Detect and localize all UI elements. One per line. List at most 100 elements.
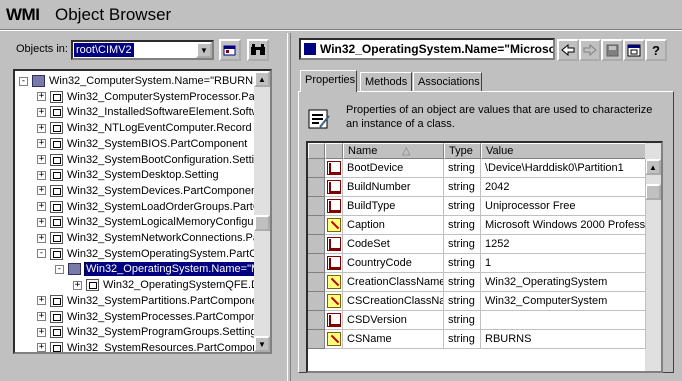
property-icon-cell xyxy=(325,235,343,254)
property-value-cell[interactable]: Win32_OperatingSystem xyxy=(481,273,646,292)
row-selector[interactable] xyxy=(308,178,325,197)
tree-item[interactable]: + Win32_SystemBIOS.PartComponent xyxy=(37,136,248,152)
views-button[interactable] xyxy=(623,39,645,61)
tab-associations[interactable]: Associations xyxy=(413,72,482,91)
back-button[interactable] xyxy=(557,39,579,61)
row-selector[interactable] xyxy=(308,216,325,235)
tree-item[interactable]: - Win32_ComputerSystem.Name="RBURNS" xyxy=(19,73,265,89)
expand-icon[interactable]: + xyxy=(37,92,46,102)
column-header-name[interactable]: Name △ xyxy=(343,143,444,159)
property-value-cell[interactable]: 1252 xyxy=(481,235,646,254)
property-value-cell[interactable]: Microsoft Windows 2000 Professional xyxy=(481,216,646,235)
row-selector[interactable] xyxy=(308,273,325,292)
tree-item[interactable]: - Win32_OperatingSystem.Name="Microsoft xyxy=(55,261,270,277)
expand-icon[interactable]: + xyxy=(37,155,46,164)
association-icon xyxy=(50,106,63,119)
tree-item[interactable]: + Win32_ComputerSystemProcessor.PartCompo… xyxy=(37,89,270,105)
tree-item[interactable]: + Win32_SystemLoadOrderGroups.PartCompone… xyxy=(37,199,270,215)
tree-item-label: Win32_SystemNetworkConnections.PartCompo… xyxy=(67,232,270,244)
tree-item[interactable]: + Win32_SystemNetworkConnections.PartComp… xyxy=(37,230,270,246)
collapse-icon[interactable]: - xyxy=(55,264,64,274)
tab-properties[interactable]: Properties xyxy=(300,70,357,92)
expand-icon[interactable]: + xyxy=(37,202,46,212)
help-button[interactable]: ? xyxy=(645,39,667,61)
row-selector[interactable] xyxy=(308,235,325,254)
property-value-cell[interactable] xyxy=(481,311,646,330)
tree-item-label: Win32_OperatingSystem.Name="Microsoft xyxy=(84,262,270,277)
property-value-cell[interactable]: 2042 xyxy=(481,178,646,197)
tree-item[interactable]: + Win32_SystemDevices.PartComponent xyxy=(37,183,261,199)
expand-icon[interactable]: + xyxy=(37,170,46,180)
tree-item[interactable]: + Win32_InstalledSoftwareElement.Software xyxy=(37,104,270,120)
row-selector[interactable] xyxy=(308,311,325,330)
tree-item[interactable]: - Win32_SystemOperatingSystem.PartCompone… xyxy=(37,246,270,262)
object-tree[interactable]: + Win32_SystemResources.PartComponent + Win… xyxy=(13,69,272,354)
expand-icon[interactable]: + xyxy=(37,217,46,227)
writable-property-icon xyxy=(327,275,341,289)
expand-icon[interactable]: + xyxy=(37,312,46,321)
grid-scroll-thumb[interactable] xyxy=(645,184,661,200)
tree-item[interactable]: + Win32_SystemPartitions.PartComponent xyxy=(37,293,268,309)
expand-icon[interactable]: + xyxy=(37,327,46,337)
grid-corner-header xyxy=(308,143,325,159)
row-selector[interactable] xyxy=(308,254,325,273)
row-selector[interactable] xyxy=(308,159,325,178)
combo-dropdown-button[interactable]: ▼ xyxy=(196,42,212,58)
column-header-type[interactable]: Type xyxy=(444,143,481,159)
app-logo: WMI xyxy=(6,5,40,24)
expand-icon[interactable]: + xyxy=(37,233,46,243)
scroll-up-button[interactable]: ▲ xyxy=(254,71,270,87)
tree-item[interactable]: + Win32_SystemBootConfiguration.Setting xyxy=(37,152,267,168)
tree-item[interactable]: + Win32_SystemDesktop.Setting xyxy=(37,167,220,183)
forward-button[interactable] xyxy=(579,39,601,61)
expand-icon[interactable]: + xyxy=(37,343,46,352)
tree-item[interactable]: + Win32_SystemResources.PartComponent xyxy=(37,340,270,352)
property-value-cell[interactable]: 1 xyxy=(481,254,646,273)
class-instance-icon xyxy=(304,43,316,55)
scroll-down-button[interactable]: ▼ xyxy=(254,336,270,352)
tree-item[interactable]: + Win32_OperatingSystemQFE.Dependent xyxy=(73,277,270,293)
property-icon-cell xyxy=(325,178,343,197)
row-selector[interactable] xyxy=(308,292,325,311)
tree-scroll-thumb[interactable] xyxy=(254,215,270,232)
collapse-icon[interactable]: - xyxy=(37,249,46,259)
expand-icon[interactable]: + xyxy=(37,186,46,196)
property-value-cell[interactable]: Win32_ComputerSystem xyxy=(481,292,646,311)
tree-item[interactable]: + Win32_SystemProcesses.PartComponent xyxy=(37,309,270,325)
column-header-value[interactable]: Value xyxy=(481,143,646,159)
save-button[interactable] xyxy=(601,39,623,61)
row-selector[interactable] xyxy=(308,330,325,349)
namespace-value: root\CIMV2 xyxy=(74,43,134,57)
namespace-combobox[interactable]: root\CIMV2 ▼ xyxy=(71,40,214,60)
writable-property-icon xyxy=(327,332,341,346)
tree-item-label: Win32_SystemLoadOrderGroups.PartComponen… xyxy=(67,200,270,213)
property-value-cell[interactable]: Uniprocessor Free xyxy=(481,197,646,216)
property-name-cell: CSDVersion xyxy=(343,311,444,330)
property-type-cell: string xyxy=(444,311,481,330)
object-path-text: Win32_OperatingSystem.Name="Microsoft Wi… xyxy=(320,42,555,56)
namespace-browse-icon xyxy=(223,45,236,56)
expand-icon[interactable]: + xyxy=(37,123,46,133)
tree-item-label: Win32_ComputerSystem.Name="RBURNS" xyxy=(49,75,265,87)
property-value-cell[interactable]: RBURNS xyxy=(481,330,646,349)
grid-vertical-scrollbar[interactable]: ▲ xyxy=(645,143,661,371)
expand-icon[interactable]: + xyxy=(73,280,82,290)
tree-item[interactable]: + Win32_SystemProgramGroups.Setting xyxy=(37,324,258,340)
association-icon xyxy=(50,200,63,213)
expand-icon[interactable]: + xyxy=(37,139,46,149)
tree-item[interactable]: + Win32_SystemLogicalMemoryConfiguration xyxy=(37,214,270,230)
property-name-cell: Caption xyxy=(343,216,444,235)
properties-grid[interactable]: Name △ Type Value ▲ BootDevice string \Dev… xyxy=(306,141,663,373)
grid-scroll-up-button[interactable]: ▲ xyxy=(645,159,661,175)
pane-splitter[interactable] xyxy=(287,33,291,381)
expand-icon[interactable]: + xyxy=(37,107,46,117)
tree-item[interactable]: + Win32_NTLogEventComputer.Record xyxy=(37,120,253,136)
find-button[interactable] xyxy=(247,39,269,61)
tree-vertical-scrollbar[interactable]: ▲ ▼ xyxy=(254,71,270,352)
property-value-cell[interactable]: \Device\Harddisk0\Partition1 xyxy=(481,159,646,178)
tab-methods[interactable]: Methods xyxy=(360,72,412,91)
collapse-icon[interactable]: - xyxy=(19,76,28,86)
browse-namespace-button[interactable] xyxy=(219,39,241,61)
row-selector[interactable] xyxy=(308,197,325,216)
expand-icon[interactable]: + xyxy=(37,296,46,306)
